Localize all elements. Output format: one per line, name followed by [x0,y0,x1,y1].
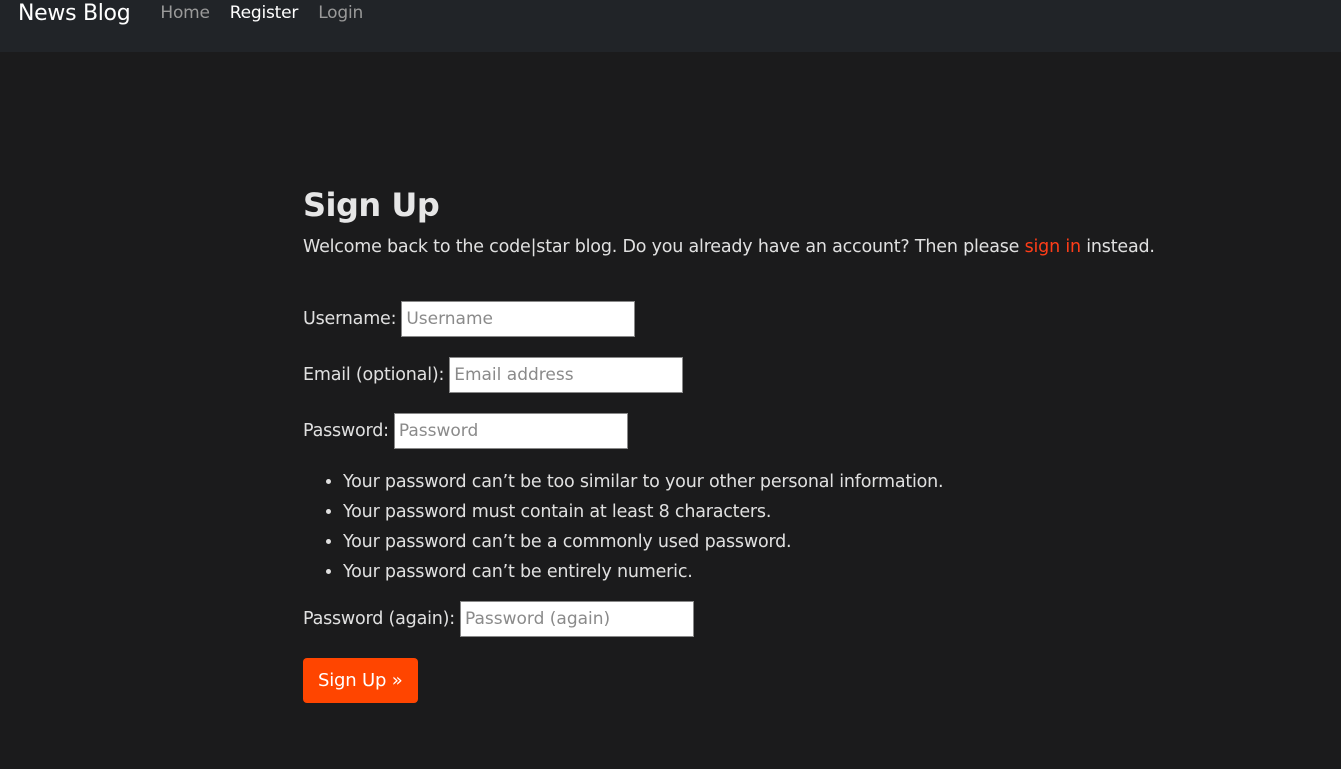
sign-up-button[interactable]: Sign Up » [303,658,418,703]
password-again-label: Password (again): [303,609,455,629]
nav-links: Home Register Login [160,3,383,23]
intro-text: Welcome back to the code|star blog. Do y… [303,235,1203,259]
brand-link[interactable]: News Blog [18,1,131,26]
password-again-row: Password (again): [303,601,1203,637]
nav-register-link[interactable]: Register [230,3,299,23]
email-input[interactable] [449,357,684,393]
password-help-item: Your password can’t be a commonly used p… [343,527,1203,557]
password-help-list: Your password can’t be too similar to yo… [303,467,1203,587]
intro-text-before: Welcome back to the code|star blog. Do y… [303,237,1025,257]
navbar: News Blog Home Register Login [0,0,1341,52]
signup-form: Username: Email (optional): Password: Yo… [303,301,1203,703]
sign-in-link[interactable]: sign in [1025,237,1081,257]
password-help-item: Your password can’t be entirely numeric. [343,557,1203,587]
password-input[interactable] [393,413,628,449]
password-label: Password: [303,421,389,441]
username-label: Username: [303,309,397,329]
username-input[interactable] [401,301,636,337]
password-row: Password: [303,413,1203,449]
nav-home-link[interactable]: Home [160,3,210,23]
username-row: Username: [303,301,1203,337]
main-content: Sign Up Welcome back to the code|star bl… [303,184,1203,703]
nav-login-link[interactable]: Login [318,3,363,23]
page-title: Sign Up [303,186,440,224]
email-row: Email (optional): [303,357,1203,393]
email-label: Email (optional): [303,365,445,385]
intro-text-after: instead. [1080,237,1155,257]
password-again-input[interactable] [459,601,694,637]
password-help-item: Your password must contain at least 8 ch… [343,497,1203,527]
password-help-item: Your password can’t be too similar to yo… [343,467,1203,497]
